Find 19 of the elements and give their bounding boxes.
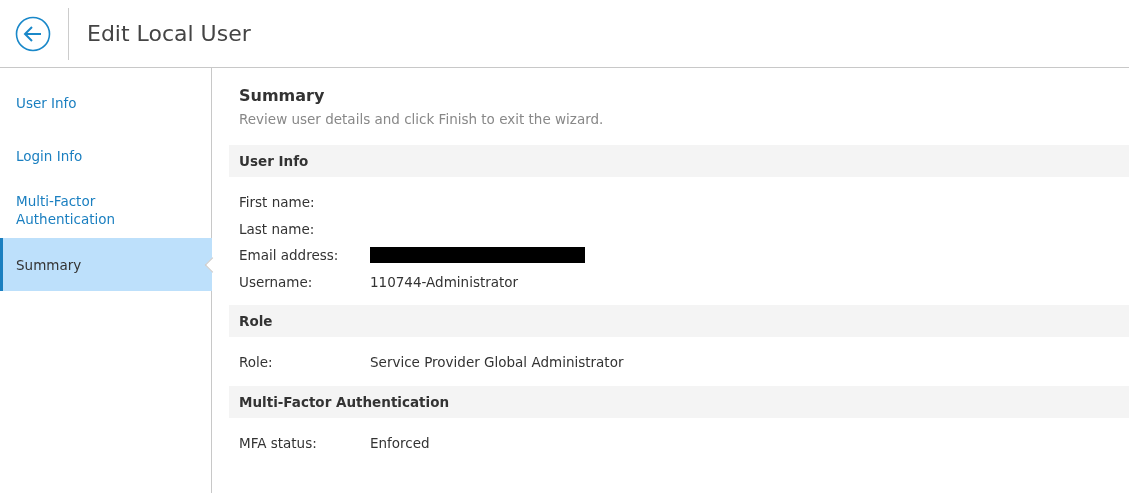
field-label: Last name: <box>239 220 316 237</box>
field-label: MFA status: <box>239 434 318 451</box>
field-value: Enforced <box>370 434 430 451</box>
sidebar-item[interactable]: Login Info <box>0 129 211 182</box>
section-header: Role <box>229 305 1129 337</box>
page-title: Edit Local User <box>87 21 251 46</box>
field-label: Email address: <box>239 247 340 264</box>
field-label: First name: <box>239 194 316 211</box>
sidebar-item[interactable]: User Info <box>0 76 211 129</box>
field-value: Service Provider Global Administrator <box>370 354 624 371</box>
back-button[interactable] <box>15 15 51 52</box>
summary-title: Summary <box>239 86 326 105</box>
field-label: Username: <box>239 273 314 290</box>
field-value: 110744-Administrator <box>370 273 519 290</box>
sidebar-item[interactable]: Multi-Factor Authentication <box>0 182 211 238</box>
field-label: Role: <box>239 354 274 371</box>
section-header: Multi-Factor Authentication <box>229 385 1129 418</box>
summary-description: Review user details and click Finish to exit the wizard. <box>239 111 605 127</box>
section-header: User Info <box>229 145 1129 177</box>
